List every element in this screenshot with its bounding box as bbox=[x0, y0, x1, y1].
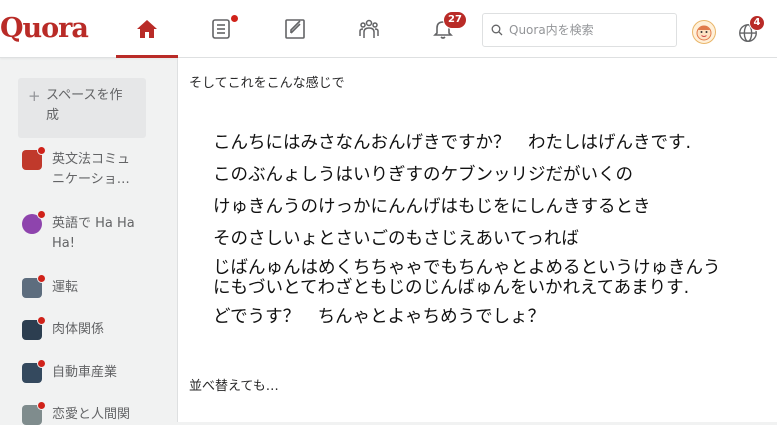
post-intro-text: そしてこれをこんな感じで bbox=[189, 76, 345, 91]
sidebar-item-driving[interactable]: 運転 bbox=[22, 274, 152, 298]
spaces-icon bbox=[359, 19, 379, 38]
text-line: にもづいとてわざともじのじんばゅんをいかれえてあまりす. bbox=[213, 278, 690, 298]
search-input[interactable] bbox=[509, 23, 669, 37]
sidebar-item-label: 英文法コミュ ニケーショ… bbox=[52, 152, 131, 187]
create-space-label-line1: スペースを作 bbox=[46, 88, 123, 103]
post-content: そしてこれをこんな感じで こんちにはみさなんおんげきですか？ わたしはげんきです… bbox=[177, 58, 777, 422]
sidebar-item-label: 英語で Ha Ha Ha! bbox=[52, 216, 135, 251]
sidebar-item-love-relations[interactable]: 恋愛と人間関 bbox=[22, 401, 152, 425]
factory-icon bbox=[22, 359, 46, 383]
sidebar-item-english-grammar[interactable]: 英文法コミュ ニケーショ… bbox=[22, 146, 152, 190]
sidebar-item-label: 運転 bbox=[52, 280, 79, 295]
avatar[interactable] bbox=[692, 20, 716, 44]
text-line: そのさしいょとさいごのもさじえあいてっれば bbox=[213, 229, 579, 249]
notifications-button[interactable]: 27 bbox=[406, 0, 480, 58]
sidebar-item-label: 恋愛と人間関 bbox=[52, 407, 131, 422]
notification-count-badge: 27 bbox=[443, 11, 467, 29]
emoji-icon bbox=[22, 210, 46, 234]
answer-button[interactable] bbox=[258, 0, 332, 58]
following-dot bbox=[230, 14, 239, 23]
avatar-face-icon bbox=[696, 25, 712, 41]
document-icon bbox=[22, 316, 46, 340]
create-space-label-line2: 成 bbox=[46, 108, 60, 123]
text-line: どでうす？ ちんゃとよゃちめうでしょ？ bbox=[213, 307, 546, 327]
post-after-text: 並べ替えても… bbox=[189, 379, 279, 394]
home-icon bbox=[137, 20, 157, 38]
top-navigation-bar: Quora 27 Quora内を検索 4 bbox=[0, 0, 777, 58]
sidebar-item-label: 肉体関係 bbox=[52, 322, 105, 337]
search-icon bbox=[491, 24, 503, 36]
create-space-label: スペースを作 成 bbox=[46, 86, 122, 138]
following-button[interactable] bbox=[184, 0, 258, 58]
sidebar-item-english-haha[interactable]: 英語で Ha Ha Ha! bbox=[22, 210, 152, 254]
spaces-sidebar: + スペースを作 成 英文法コミュ ニケーショ… 英語で Ha Ha Ha! 運転 … bbox=[0, 58, 165, 425]
home-button[interactable] bbox=[110, 0, 184, 58]
spaces-button[interactable] bbox=[332, 0, 406, 58]
text-line: けゅきんうのけっかにんんげはもじをにしんきするとき bbox=[213, 197, 651, 217]
sidebar-item-label: 自動車産業 bbox=[52, 365, 118, 380]
text-line: じばんゅんはめくちちゃゃでもちんゃとよめるというけゅきんう bbox=[213, 258, 721, 278]
scrambled-text-block: こんちにはみさなんおんげきですか？ わたしはげんきです. このぶんょしうはいりぎ… bbox=[213, 130, 773, 330]
create-space-button[interactable]: + スペースを作 成 bbox=[18, 78, 146, 138]
text-line: こんちにはみさなんおんげきですか？ わたしはげんきです. bbox=[213, 133, 692, 153]
text-line: このぶんょしうはいりぎすのケブンッリジだがいくの bbox=[213, 165, 633, 185]
car-icon bbox=[22, 274, 46, 298]
pencil-icon bbox=[285, 19, 305, 39]
sidebar-item-physical-relations[interactable]: 肉体関係 bbox=[22, 316, 152, 340]
search-box[interactable] bbox=[482, 13, 677, 47]
language-button[interactable]: 4 bbox=[737, 15, 765, 44]
quora-logo[interactable]: Quora bbox=[0, 13, 89, 44]
sidebar-item-auto-industry[interactable]: 自動車産業 bbox=[22, 359, 152, 383]
people-icon bbox=[22, 401, 46, 425]
following-icon bbox=[212, 19, 230, 39]
language-badge: 4 bbox=[749, 15, 765, 31]
plus-icon: + bbox=[28, 87, 41, 105]
megaphone-icon bbox=[22, 146, 46, 170]
